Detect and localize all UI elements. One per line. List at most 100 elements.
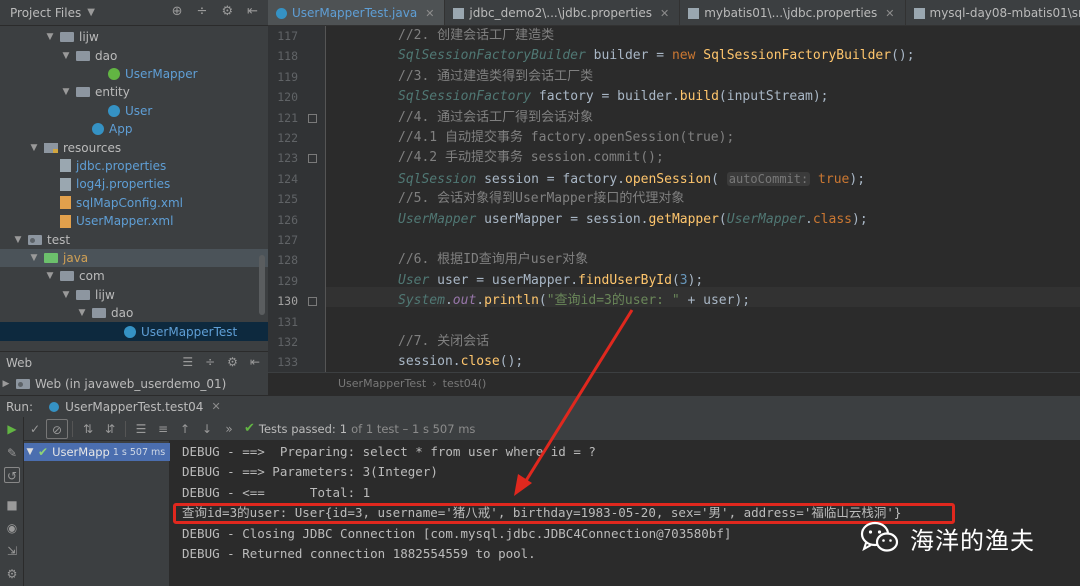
hide-icon[interactable]: ⇤ xyxy=(247,4,258,19)
tree-item-dao[interactable]: ▼ dao xyxy=(0,304,268,322)
chevron-down-icon[interactable]: ▼ xyxy=(60,290,72,300)
chevron-down-icon[interactable]: ▼ xyxy=(44,32,56,42)
tree-item-resources[interactable]: ▼ resources xyxy=(0,138,268,156)
wrench-icon[interactable]: ✎ xyxy=(4,445,20,461)
gear-icon[interactable]: ⚙ xyxy=(221,4,233,19)
highlight-annotation-box xyxy=(173,503,955,524)
code-token: SqlSessionFactoryBuilder xyxy=(703,48,892,64)
tree-item-app[interactable]: App xyxy=(0,120,268,138)
chevron-down-icon[interactable]: ▼ xyxy=(28,143,40,153)
rerun-icon[interactable]: ▶ xyxy=(4,421,20,437)
tree-item-log4j-properties[interactable]: log4j.properties xyxy=(0,175,268,193)
chevron-down-icon[interactable]: ▼ xyxy=(24,447,36,457)
export-icon[interactable]: ⇲ xyxy=(4,543,20,559)
console-line: DEBUG - Closing JDBC Connection [com.mys… xyxy=(182,525,732,541)
close-icon[interactable]: ✕ xyxy=(885,7,894,20)
tree-item-usermapper[interactable]: UserMapper xyxy=(0,65,268,83)
tree-item-dao[interactable]: ▼ dao xyxy=(0,46,268,64)
code-token: new xyxy=(671,48,704,64)
tree-item-entity[interactable]: ▼ entity xyxy=(0,83,268,101)
close-icon[interactable]: ✕ xyxy=(211,400,220,413)
run-side-toolbar: ▶ ✎ ↺ ■ ◉ ⇲ ⚙ xyxy=(0,417,24,586)
close-icon[interactable]: ✕ xyxy=(425,7,434,20)
target-icon[interactable]: ⊕ xyxy=(172,4,183,19)
tree-item-label: UserMapper.xml xyxy=(76,214,174,229)
chevron-down-icon[interactable]: ▼ xyxy=(44,271,56,281)
collapse-icon[interactable]: ÷ xyxy=(197,4,208,19)
next-icon[interactable]: ↓ xyxy=(196,419,218,439)
check-icon: ✔ xyxy=(38,445,49,459)
tree-item-lijw[interactable]: ▼ lijw xyxy=(0,286,268,304)
code-token: findUserById xyxy=(578,272,672,288)
gear-icon[interactable]: ⚙ xyxy=(227,355,238,369)
editor-tab[interactable]: UserMapperTest.java ✕ xyxy=(268,0,446,25)
breadcrumb-class[interactable]: UserMapperTest xyxy=(338,377,426,390)
fold-marker-icon[interactable] xyxy=(308,113,317,123)
pkg-icon xyxy=(76,289,90,300)
show-passed-icon[interactable]: ✓ xyxy=(24,419,46,439)
expand-all-icon[interactable]: ☰ xyxy=(130,419,152,439)
code-token: (); xyxy=(891,48,915,64)
code-token: //5. 会话对象得到UserMapper接口的代理对象 xyxy=(398,191,685,207)
tree-item-usermapper-xml[interactable]: UserMapper.xml xyxy=(0,212,268,230)
sort-duration-icon[interactable]: ⇵ xyxy=(99,419,121,439)
tree-item-label: jdbc.properties xyxy=(76,158,167,173)
toolbar-divider xyxy=(72,420,73,437)
code-line: SqlSessionFactory factory = builder.buil… xyxy=(398,87,829,107)
pkg-icon xyxy=(60,32,74,43)
sort-alpha-icon[interactable]: ⇅ xyxy=(77,419,99,439)
close-icon[interactable]: ✕ xyxy=(660,7,669,20)
tree-item-lijw[interactable]: ▼ lijw xyxy=(0,28,268,46)
web-tree-item[interactable]: ▶ Web (in javaweb_userdemo_01) xyxy=(0,373,268,395)
tree-item-user[interactable]: User xyxy=(0,102,268,120)
breadcrumb-method[interactable]: test04() xyxy=(443,377,487,390)
fold-marker-icon[interactable] xyxy=(308,154,317,164)
code-token: true xyxy=(810,171,850,187)
show-ignored-icon[interactable]: ⊘ xyxy=(46,418,68,439)
chevron-down-icon[interactable]: ▼ xyxy=(28,253,40,263)
toggle-autotest-icon[interactable]: ↺ xyxy=(4,467,20,483)
run-tab[interactable]: UserMapperTest.test04 ✕ xyxy=(49,400,221,414)
collapse-all-icon[interactable]: ÷ xyxy=(205,355,215,369)
line-number: 123 xyxy=(277,151,298,166)
previous-icon[interactable]: ↑ xyxy=(174,419,196,439)
chevron-down-icon[interactable]: ▼ xyxy=(76,308,88,318)
folder-icon xyxy=(28,234,42,245)
tree-item-label: java xyxy=(63,250,89,265)
line-number: 120 xyxy=(277,90,298,105)
tree-item-java[interactable]: ▼ java xyxy=(0,248,268,268)
run-toolbar: ✓ ⊘ ⇅ ⇵ ☰ ≡ ↑ ↓ » ✔ Tests passed: 1 of 1… xyxy=(24,417,1080,441)
editor-tab[interactable]: jdbc_demo2\...\jdbc.properties ✕ xyxy=(445,0,681,25)
project-panel-title[interactable]: Project Files xyxy=(10,6,81,20)
tree-item-label: dao xyxy=(95,48,118,63)
chevron-down-icon[interactable]: ▼ xyxy=(87,7,95,18)
collapse-all-icon[interactable]: ≡ xyxy=(152,419,174,439)
more-icon[interactable]: » xyxy=(218,419,240,439)
tree-item-usermappertest[interactable]: UserMapperTest xyxy=(0,322,268,341)
fold-marker-icon[interactable] xyxy=(308,297,317,307)
code-token: ( xyxy=(718,211,727,227)
chevron-down-icon[interactable]: ▼ xyxy=(60,87,72,97)
code-line: //5. 会话对象得到UserMapper接口的代理对象 xyxy=(398,189,684,209)
chevron-right-icon[interactable]: ▶ xyxy=(0,379,12,389)
expand-all-icon[interactable]: ☰ xyxy=(182,355,193,369)
chevron-down-icon[interactable]: ▼ xyxy=(60,51,72,61)
camera-icon[interactable]: ◉ xyxy=(4,520,20,536)
code-token: factory = builder. xyxy=(531,89,680,105)
hide-icon[interactable]: ⇤ xyxy=(250,355,260,369)
class-icon xyxy=(108,104,120,117)
settings-icon[interactable]: ⚙ xyxy=(4,566,20,582)
tree-item-jdbc-properties[interactable]: jdbc.properties xyxy=(0,157,268,175)
project-tree-scrollbar[interactable] xyxy=(259,255,265,315)
pkg-icon xyxy=(60,271,74,282)
chevron-down-icon[interactable]: ▼ xyxy=(12,235,24,245)
code-line: //6. 根据ID查询用户user对象 xyxy=(398,250,588,270)
editor-tab[interactable]: mysql-day08-mbatis01\src\jdbc.properties… xyxy=(906,0,1080,25)
stop-icon[interactable]: ■ xyxy=(4,497,20,513)
tree-item-test[interactable]: ▼ test xyxy=(0,230,268,248)
test-result-item[interactable]: ▼ ✔ UserMapp 1 s 507 ms xyxy=(24,443,170,461)
tree-item-com[interactable]: ▼ com xyxy=(0,267,268,285)
properties-file-icon xyxy=(688,7,700,19)
editor-tab[interactable]: mybatis01\...\jdbc.properties ✕ xyxy=(680,0,906,25)
tree-item-sqlmapconfig-xml[interactable]: sqlMapConfig.xml xyxy=(0,194,268,212)
